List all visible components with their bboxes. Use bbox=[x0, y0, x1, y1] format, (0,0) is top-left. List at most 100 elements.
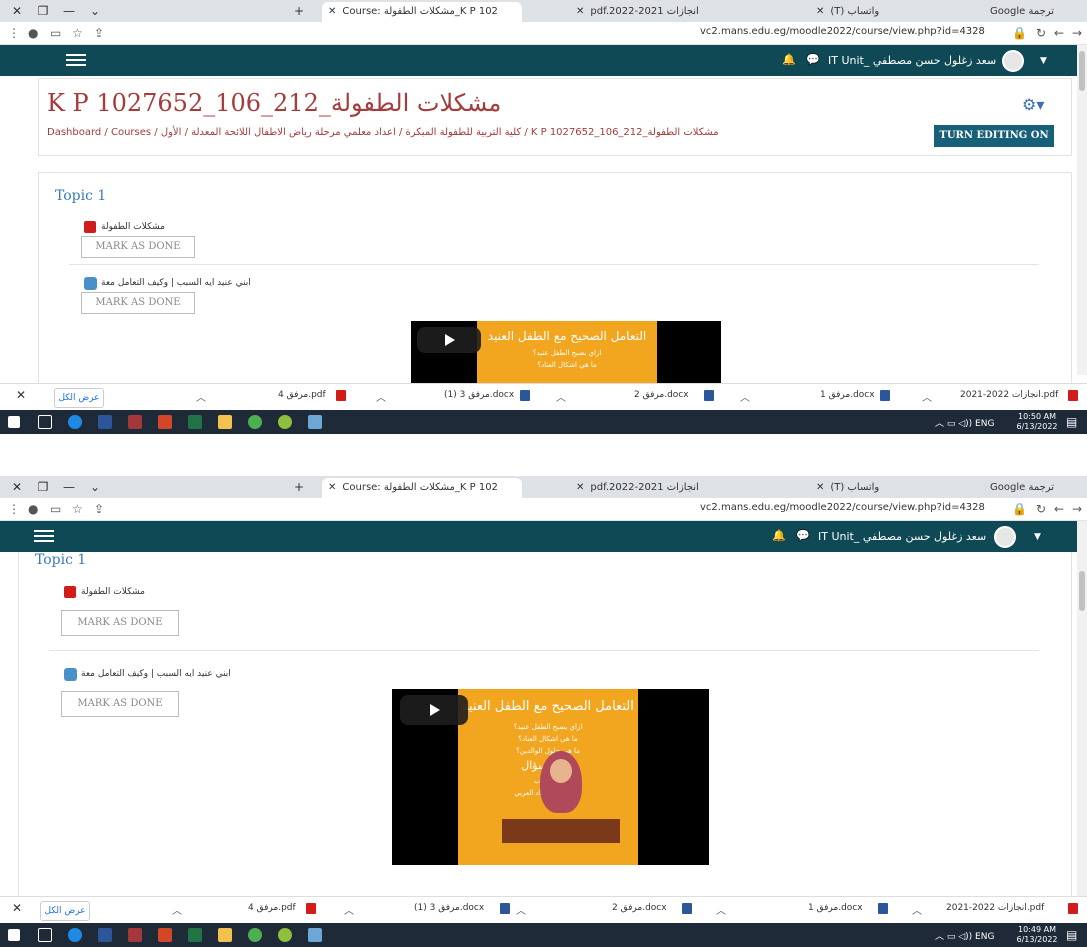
windows-start-icon[interactable] bbox=[8, 416, 20, 428]
download-item[interactable]: مرفق 4.pdf bbox=[278, 390, 326, 400]
profile-icon[interactable]: ● bbox=[28, 502, 38, 516]
chevron-up-icon[interactable]: ︿ bbox=[556, 389, 566, 404]
close-downloads-icon[interactable]: ✕ bbox=[16, 388, 26, 402]
notification-bell-icon[interactable]: 🔔 bbox=[782, 53, 796, 66]
close-window-icon[interactable]: ✕ bbox=[6, 2, 28, 20]
file-explorer-icon[interactable] bbox=[218, 415, 232, 429]
forward-icon[interactable]: → bbox=[1072, 502, 1082, 516]
language-indicator[interactable]: ENG bbox=[975, 419, 994, 429]
chevron-up-icon[interactable]: ︿ bbox=[196, 389, 206, 404]
notification-bell-icon[interactable]: 🔔 bbox=[772, 529, 786, 542]
download-item[interactable]: مرفق 2.docx bbox=[612, 903, 667, 913]
app-icon[interactable] bbox=[308, 928, 322, 942]
tab-close-icon[interactable]: ✕ bbox=[816, 482, 824, 493]
tab-close-icon[interactable]: ✕ bbox=[576, 6, 584, 17]
tab-close-icon[interactable]: ✕ bbox=[328, 482, 336, 493]
back-icon[interactable]: ← bbox=[1054, 26, 1064, 40]
menu-dots-icon[interactable]: ⋮ bbox=[8, 26, 20, 40]
show-all-button[interactable]: عرض الكل bbox=[54, 388, 104, 408]
activity-link[interactable]: ابني عنيد ايه السبب | وكيف التعامل معة bbox=[101, 278, 251, 288]
minimize-window-icon[interactable]: — bbox=[58, 478, 80, 496]
tab-close-icon[interactable]: ✕ bbox=[576, 482, 584, 493]
clock[interactable]: 10:50 AM 6/13/2022 bbox=[1012, 412, 1062, 432]
app-icon[interactable] bbox=[308, 415, 322, 429]
url-input[interactable]: vc2.mans.edu.eg/moodle2022/course/view.p… bbox=[700, 502, 985, 513]
download-item[interactable]: مرفق 3 (1).docx bbox=[444, 390, 514, 400]
tab-google-translate[interactable]: Google ترجمة bbox=[990, 2, 1085, 22]
chevron-up-icon[interactable]: ︿ bbox=[716, 902, 726, 917]
sidebar-icon[interactable]: ▭ bbox=[50, 26, 61, 40]
mark-as-done-button[interactable]: MARK AS DONE bbox=[61, 691, 179, 717]
mark-as-done-button[interactable]: MARK AS DONE bbox=[81, 292, 195, 314]
show-all-button[interactable]: عرض الكل bbox=[40, 901, 90, 921]
chevron-up-icon[interactable]: ︿ bbox=[344, 902, 354, 917]
forward-icon[interactable]: → bbox=[1072, 26, 1082, 40]
user-menu-caret-icon[interactable]: ▼ bbox=[1040, 56, 1047, 66]
tab-close-icon[interactable]: ✕ bbox=[816, 6, 824, 17]
tab-google-translate[interactable]: Google ترجمة bbox=[990, 478, 1085, 498]
tab-whatsapp[interactable]: ✕ (T) واتساب bbox=[810, 478, 950, 498]
tab-course[interactable]: ✕ Course: مشكلات الطفولة_K P 102 bbox=[322, 2, 522, 22]
video-embed[interactable]: التعامل الصحيح مع الطفل العنيد ازاي يصبح… bbox=[392, 689, 709, 865]
sidebar-icon[interactable]: ▭ bbox=[50, 502, 61, 516]
chevron-up-icon[interactable]: ︿ bbox=[172, 902, 182, 917]
language-indicator[interactable]: ENG bbox=[975, 932, 994, 942]
chrome-icon[interactable] bbox=[248, 415, 262, 429]
bookmark-star-icon[interactable]: ☆ bbox=[72, 26, 83, 40]
mark-as-done-button[interactable]: MARK AS DONE bbox=[81, 236, 195, 258]
powerpoint-icon[interactable] bbox=[158, 415, 172, 429]
chevron-up-icon[interactable]: ︿ bbox=[516, 902, 526, 917]
download-item[interactable]: مرفق 3 (1).docx bbox=[414, 903, 484, 913]
menu-dots-icon[interactable]: ⋮ bbox=[8, 502, 20, 516]
download-item[interactable]: انجازات 2022-2021.pdf bbox=[960, 390, 1058, 400]
system-tray[interactable]: ︿ ▭ ◁)) ENG bbox=[935, 929, 994, 942]
reload-icon[interactable]: ↻ bbox=[1036, 26, 1046, 40]
scrollbar-thumb[interactable] bbox=[1079, 571, 1085, 611]
access-icon[interactable] bbox=[128, 928, 142, 942]
activity-link[interactable]: ابني عنيد ايه السبب | وكيف التعامل معة bbox=[81, 669, 231, 679]
tab-whatsapp[interactable]: ✕ (T) واتساب bbox=[810, 2, 950, 22]
new-tab-button[interactable]: + bbox=[288, 2, 310, 20]
close-downloads-icon[interactable]: ✕ bbox=[12, 901, 22, 915]
clock[interactable]: 10:49 AM 6/13/2022 bbox=[1012, 925, 1062, 945]
new-tab-button[interactable]: + bbox=[288, 478, 310, 496]
tab-course[interactable]: ✕ Course: مشكلات الطفولة_K P 102 bbox=[322, 478, 522, 498]
share-icon[interactable]: ⇪ bbox=[94, 26, 104, 40]
chevron-up-icon[interactable]: ︿ bbox=[912, 902, 922, 917]
tab-pdf[interactable]: ✕ pdf.2022-2021 انجازات bbox=[570, 2, 730, 22]
edge-icon[interactable] bbox=[68, 415, 82, 429]
tab-close-icon[interactable]: ✕ bbox=[328, 6, 336, 17]
task-view-icon[interactable] bbox=[38, 415, 52, 429]
tab-search-icon[interactable]: ⌄ bbox=[84, 478, 106, 496]
paint-icon[interactable] bbox=[278, 415, 292, 429]
page-scrollbar[interactable] bbox=[1077, 521, 1087, 901]
turn-editing-on-button[interactable]: TURN EDITING ON bbox=[934, 125, 1054, 147]
profile-icon[interactable]: ● bbox=[28, 26, 38, 40]
access-icon[interactable] bbox=[128, 415, 142, 429]
windows-start-icon[interactable] bbox=[8, 929, 20, 941]
tab-search-icon[interactable]: ⌄ bbox=[84, 2, 106, 20]
file-explorer-icon[interactable] bbox=[218, 928, 232, 942]
user-menu-caret-icon[interactable]: ▼ bbox=[1034, 532, 1041, 542]
download-item[interactable]: مرفق 4.pdf bbox=[248, 903, 296, 913]
video-embed[interactable]: التعامل الصحيح مع الطفل العنيد ازاي يصبح… bbox=[411, 321, 721, 383]
download-item[interactable]: مرفق 2.docx bbox=[634, 390, 689, 400]
chevron-up-icon[interactable]: ︿ bbox=[376, 389, 386, 404]
paint-icon[interactable] bbox=[278, 928, 292, 942]
restore-window-icon[interactable]: ❐ bbox=[32, 2, 54, 20]
page-scrollbar[interactable] bbox=[1077, 45, 1087, 375]
messages-icon[interactable]: 💬 bbox=[806, 53, 820, 66]
chevron-up-icon[interactable]: ︿ bbox=[922, 389, 932, 404]
notifications-icon[interactable]: ▤ bbox=[1066, 928, 1077, 942]
word-icon[interactable] bbox=[98, 928, 112, 942]
chevron-up-icon[interactable]: ︿ bbox=[740, 389, 750, 404]
back-icon[interactable]: ← bbox=[1054, 502, 1064, 516]
word-icon[interactable] bbox=[98, 415, 112, 429]
breadcrumb[interactable]: Dashboard / Courses / كلية التربية للطفو… bbox=[47, 127, 719, 138]
url-input[interactable]: vc2.mans.edu.eg/moodle2022/course/view.p… bbox=[700, 26, 985, 37]
play-button[interactable] bbox=[417, 327, 481, 353]
play-button[interactable] bbox=[400, 695, 468, 725]
activity-link[interactable]: مشكلات الطفولة bbox=[101, 222, 165, 232]
user-avatar[interactable] bbox=[1002, 50, 1024, 72]
download-item[interactable]: مرفق 1.docx bbox=[808, 903, 863, 913]
